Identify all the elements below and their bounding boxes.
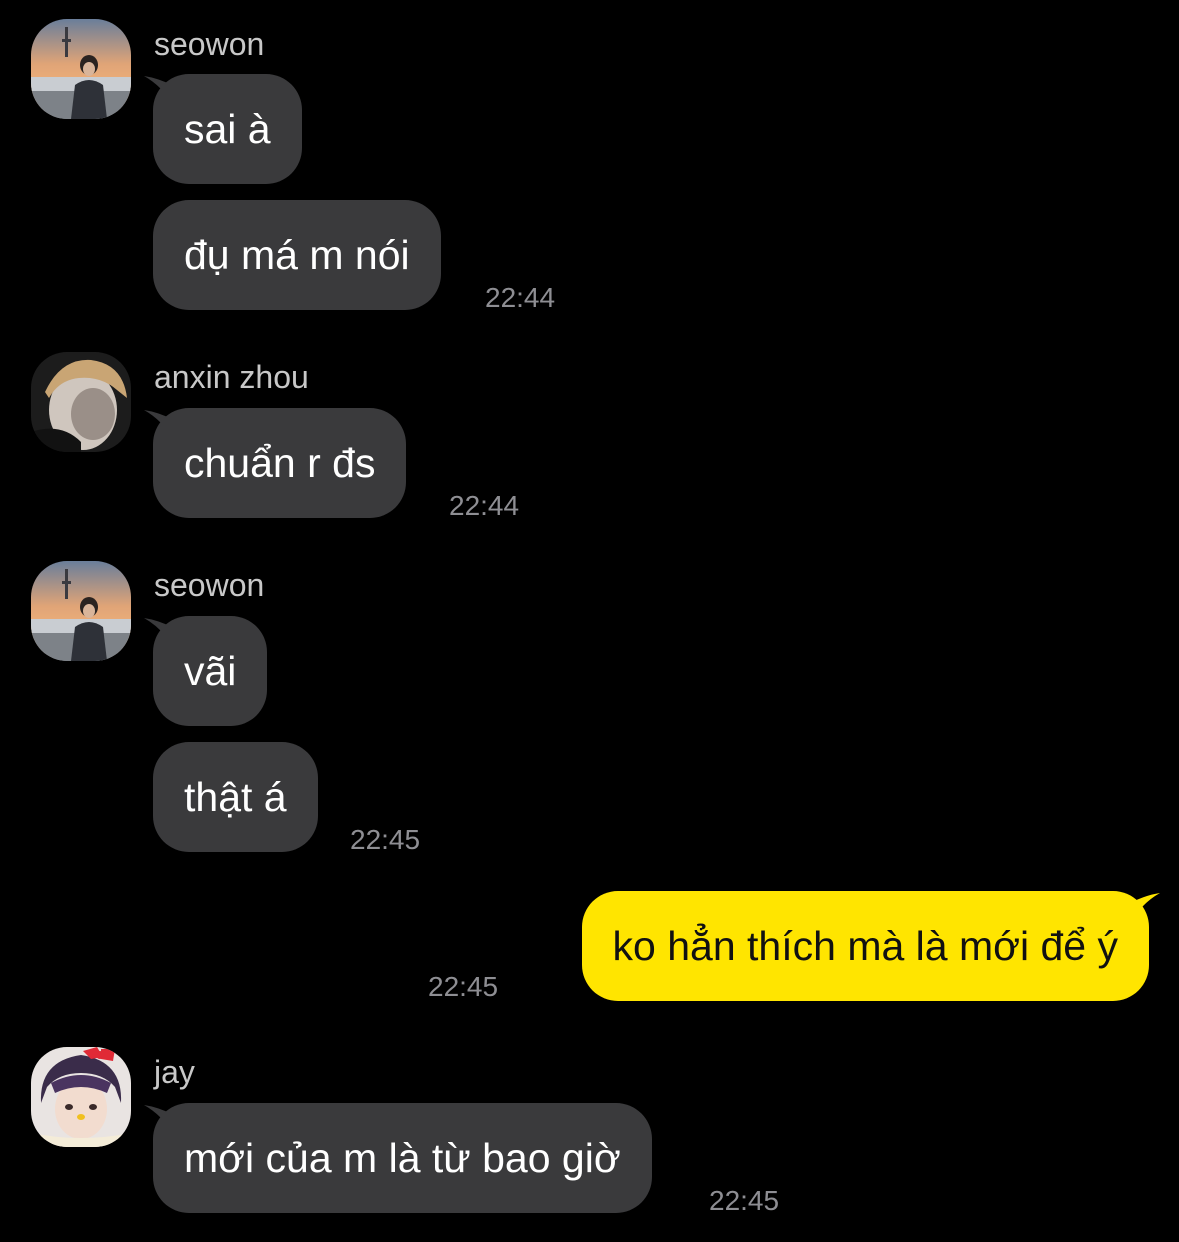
sender-name: seowon bbox=[154, 567, 265, 603]
message-bubble[interactable]: mới của m là từ bao giờ bbox=[153, 1103, 652, 1213]
message-timestamp: 22:45 bbox=[428, 971, 499, 1002]
seowon-avatar[interactable] bbox=[31, 561, 131, 661]
sender-name: seowon bbox=[154, 26, 265, 62]
anxin-zhou-avatar-image bbox=[31, 352, 131, 452]
message-bubble[interactable]: đụ má m nói bbox=[153, 200, 441, 310]
message-timestamp: 22:44 bbox=[485, 282, 556, 313]
sender-name: jay bbox=[154, 1054, 195, 1090]
message-bubble[interactable]: chuẩn r đs bbox=[153, 408, 407, 518]
seowon-avatar-image bbox=[31, 19, 131, 119]
jay-avatar[interactable] bbox=[31, 1047, 131, 1147]
message-bubble[interactable]: thật á bbox=[153, 742, 318, 852]
seowon-avatar[interactable] bbox=[31, 19, 131, 119]
sender-name: anxin zhou bbox=[154, 359, 309, 395]
anxin-zhou-avatar[interactable] bbox=[31, 352, 131, 452]
message-bubble[interactable]: vãi bbox=[153, 616, 268, 726]
message-timestamp: 22:45 bbox=[709, 1185, 780, 1216]
jay-avatar-image bbox=[31, 1047, 131, 1147]
message-timestamp: 22:44 bbox=[449, 490, 520, 521]
seowon-avatar-image bbox=[31, 561, 131, 661]
message-bubble-outgoing[interactable]: ko hẳn thích mà là mới để ý bbox=[581, 891, 1149, 1001]
message-timestamp: 22:45 bbox=[350, 824, 421, 855]
message-bubble[interactable]: sai à bbox=[153, 74, 302, 184]
